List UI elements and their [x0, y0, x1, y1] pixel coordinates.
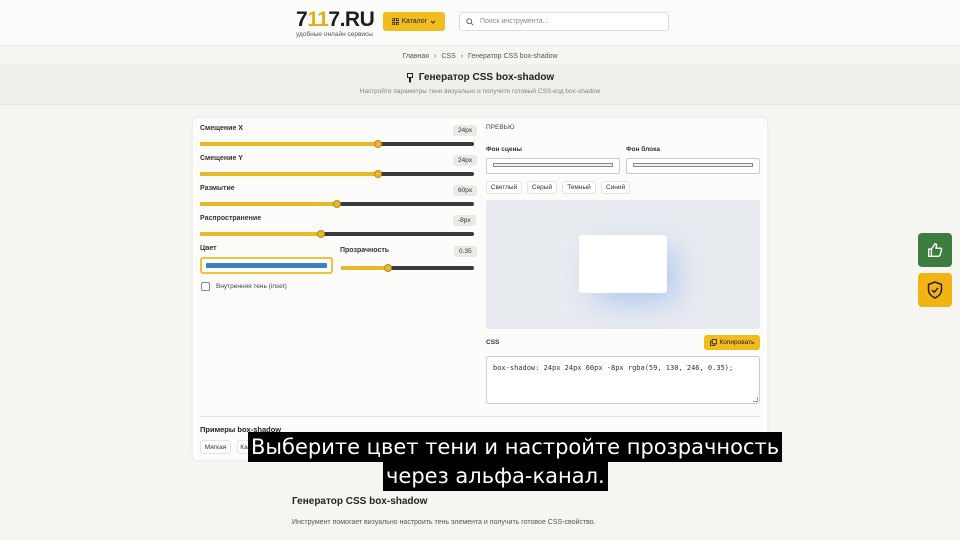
site-header: 7117.RU удобные онлайн сервисы Каталог [0, 0, 960, 46]
offset-x-value: 24px [453, 125, 478, 136]
breadcrumb-current: Генератор CSS box-shadow [468, 53, 558, 60]
slider-fill [341, 266, 388, 270]
slider-fill [200, 202, 337, 206]
slider-thumb[interactable] [333, 200, 341, 208]
offset-x-slider[interactable] [200, 140, 474, 148]
bg-chip-dark[interactable]: Темный [562, 181, 596, 194]
title-band: Генератор CSS box-shadow Настройте парам… [0, 64, 960, 105]
offset-y-slider[interactable] [200, 170, 474, 178]
spread-label: Распространение [200, 215, 262, 222]
thumbs-up-icon [928, 243, 943, 257]
slider-fill [200, 172, 379, 176]
search-icon [466, 17, 474, 26]
copy-button[interactable]: Копировать [704, 335, 760, 350]
search-input[interactable] [480, 18, 660, 25]
block-bg-label: Фон блока [626, 146, 660, 153]
logo-tagline: удобные онлайн сервисы [296, 31, 373, 38]
resize-grip-icon[interactable] [753, 397, 758, 402]
preview-heading: ПРЕВЬЮ [486, 124, 515, 131]
slider-thumb[interactable] [316, 230, 325, 238]
catalog-label: Каталог [401, 18, 428, 25]
grid-icon [391, 18, 399, 25]
spread-value: -8px [453, 215, 476, 226]
logo-text: 7117.RU [296, 8, 375, 31]
copy-label: Копировать [719, 339, 755, 346]
shield-button[interactable] [918, 273, 952, 307]
breadcrumb-separator-icon: › [434, 53, 437, 60]
breadcrumb-css[interactable]: CSS [441, 53, 455, 60]
offset-y-value: 24px [453, 155, 478, 166]
catalog-button[interactable]: Каталог [383, 12, 445, 31]
preview-stage [486, 200, 760, 329]
slider-thumb[interactable] [383, 264, 392, 272]
shield-check-icon [927, 281, 943, 299]
inset-checkbox[interactable] [201, 282, 210, 291]
color-swatch [206, 263, 327, 268]
copy-icon [709, 339, 717, 346]
css-heading: CSS [486, 339, 500, 346]
blur-slider[interactable] [200, 200, 474, 208]
scene-bg-label: Фон сцены [486, 146, 522, 153]
css-output[interactable]: box-shadow: 24px 24px 60px -8px rgba(59,… [486, 356, 760, 404]
opacity-label: Прозрачность [340, 247, 390, 254]
inset-checkbox-row[interactable]: Внутренняя тень (inset) [201, 282, 287, 291]
offset-y-label: Смещение Y [200, 155, 243, 162]
block-bg-input[interactable] [626, 158, 760, 174]
chevron-down-icon [430, 20, 436, 24]
slider-fill [200, 142, 379, 146]
bg-chip-light[interactable]: Светлый [486, 181, 522, 194]
page-title: Генератор CSS box-shadow [0, 72, 960, 83]
scene-bg-swatch [493, 163, 613, 167]
breadcrumb-separator-icon: › [460, 53, 464, 60]
like-button[interactable] [918, 233, 952, 267]
example-chip-soft[interactable]: Мягкая [200, 440, 231, 454]
color-label: Цвет [200, 245, 217, 252]
slider-fill [200, 232, 321, 236]
article-title: Генератор CSS box-shadow [292, 496, 428, 507]
caption-line-1: Выберите цвет тени и настройте прозрачно… [248, 432, 783, 462]
scene-bg-input[interactable] [486, 158, 620, 174]
bg-chip-gray[interactable]: Серый [527, 181, 557, 194]
offset-x-label: Смещение X [200, 125, 243, 132]
search-box[interactable] [459, 12, 669, 31]
preview-box [579, 235, 667, 293]
caption-line-2: через альфа-канал. [383, 461, 608, 491]
blur-label: Размытие [200, 185, 235, 192]
breadcrumb: Главная › CSS › Генератор CSS box-shadow [0, 53, 960, 60]
brush-icon [406, 72, 413, 82]
blur-value: 60px [453, 185, 478, 196]
article-text: Инструмент помогает визуально настроить … [292, 519, 596, 526]
section-divider [200, 416, 760, 417]
page-subtitle: Настройте параметры тени визуально и пол… [359, 88, 601, 95]
site-logo[interactable]: 7117.RU удобные онлайн сервисы [296, 8, 375, 38]
opacity-value: 0.35 [454, 246, 477, 257]
bg-chip-blue[interactable]: Синий [601, 181, 630, 194]
breadcrumb-home[interactable]: Главная [402, 53, 429, 60]
spread-slider[interactable] [200, 230, 474, 238]
color-picker-input[interactable] [200, 257, 333, 274]
opacity-slider[interactable] [341, 264, 474, 272]
inset-label: Внутренняя тень (inset) [216, 283, 287, 290]
css-code: box-shadow: 24px 24px 60px -8px rgba(59,… [493, 364, 734, 372]
block-bg-swatch [633, 163, 753, 167]
